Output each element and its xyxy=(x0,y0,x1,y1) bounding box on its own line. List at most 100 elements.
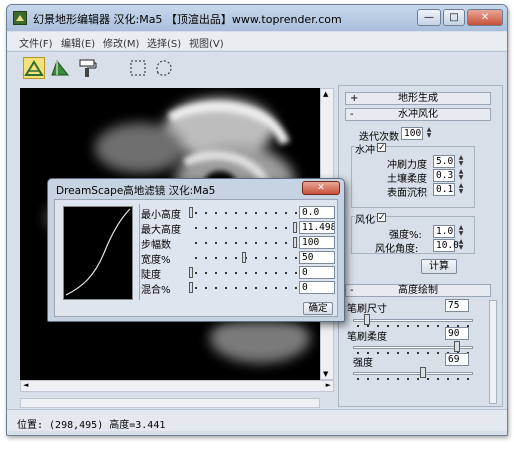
panel-scrollbar[interactable] xyxy=(489,300,497,404)
filter-row-slider[interactable] xyxy=(189,237,301,248)
spinner-icon[interactable]: ▲ ▼ xyxy=(457,183,465,196)
title-bar[interactable]: 幻景地形编辑器 汉化:Ma5 【顶渲出品】www.toprender.com —… xyxy=(7,5,507,31)
spinner-icon[interactable]: ▲ ▼ xyxy=(457,169,465,182)
curve-preview xyxy=(63,206,133,300)
spinner-icon[interactable]: ▲ ▼ xyxy=(457,155,465,168)
slider-tick xyxy=(205,257,207,259)
slider-tick xyxy=(407,325,409,327)
slider-tick xyxy=(215,212,217,214)
menu-view[interactable]: 视图(V) xyxy=(189,35,224,50)
slider-tick xyxy=(245,212,247,214)
menu-bar: 文件(F) 编辑(E) 修改(M) 选择(S) 视图(V) xyxy=(7,32,507,50)
rollout-terrain[interactable]: + 地形生成 xyxy=(345,92,491,105)
slider-tick xyxy=(275,272,277,274)
filter-row-slider[interactable] xyxy=(189,267,301,278)
water-checkbox[interactable]: ✓ xyxy=(377,143,386,153)
slider-tick xyxy=(437,325,439,327)
menu-modify[interactable]: 修改(M) xyxy=(103,35,139,50)
select-rect-icon[interactable] xyxy=(127,57,149,79)
divider xyxy=(139,204,140,300)
scroll-up-icon[interactable]: ▲ xyxy=(323,90,328,98)
spinner-icon[interactable]: ▲ ▼ xyxy=(457,239,465,252)
ok-button[interactable]: 确定 xyxy=(303,302,333,315)
brush-size-slider[interactable] xyxy=(353,314,473,327)
iterations-spinner-icon[interactable]: ▲ ▼ xyxy=(425,127,433,140)
surface-deposit-input[interactable]: 0.1 xyxy=(433,183,455,196)
filter-row-value[interactable]: 11.498 xyxy=(299,221,335,234)
slider-tick xyxy=(295,257,297,259)
slider-tick xyxy=(285,287,287,289)
height-curve xyxy=(65,208,131,296)
slider-tick xyxy=(275,287,277,289)
filter-row-slider[interactable] xyxy=(189,207,301,218)
slider-tick xyxy=(275,257,277,259)
rollout-height-paint[interactable]: - 高度绘制 xyxy=(345,284,491,297)
filter-row-value[interactable]: 100 xyxy=(299,236,335,249)
slider-tick xyxy=(457,378,459,380)
scour-strength-input[interactable]: 5.0 xyxy=(433,155,455,168)
slider-tick xyxy=(215,257,217,259)
terrain-mountain-icon[interactable] xyxy=(23,57,45,79)
brush-softness-input[interactable]: 90 xyxy=(445,327,469,340)
slider-tick xyxy=(215,242,217,244)
filter-row-slider[interactable] xyxy=(189,222,301,233)
paint-roller-icon[interactable] xyxy=(77,57,99,79)
field-label: 冲刷力度 xyxy=(387,160,427,171)
filter-row-value[interactable]: 0 xyxy=(299,281,335,294)
slider-thumb[interactable] xyxy=(293,222,297,233)
status-text: 位置: (298,495) 高度=3.441 xyxy=(17,420,166,431)
slider-thumb[interactable] xyxy=(293,237,297,248)
slider-tick xyxy=(377,378,379,380)
slider-tick xyxy=(447,378,449,380)
dialog-close-button[interactable]: ✕ xyxy=(302,181,340,195)
slider-thumb[interactable] xyxy=(420,367,426,378)
filter-row-value[interactable]: 0.0 xyxy=(299,206,335,219)
rollout-title: 高度绘制 xyxy=(398,285,438,296)
slider-tick xyxy=(285,242,287,244)
select-lasso-icon[interactable] xyxy=(153,57,175,79)
filter-row-slider[interactable] xyxy=(189,252,301,263)
brush-strength-input[interactable]: 69 xyxy=(445,353,469,366)
brush-size-input[interactable]: 75 xyxy=(445,299,469,312)
terrain-slope-icon[interactable] xyxy=(49,57,71,79)
horizontal-scrollbar[interactable]: ◄ ► xyxy=(20,380,334,392)
menu-edit[interactable]: 编辑(E) xyxy=(61,35,95,50)
slider-tick xyxy=(285,257,287,259)
compute-button[interactable]: 计算 xyxy=(421,259,457,274)
filter-row-value[interactable]: 50 xyxy=(299,251,335,264)
slider-thumb[interactable] xyxy=(189,267,193,278)
wind-strength-input[interactable]: 1.0 xyxy=(433,225,455,238)
wind-title: 风化 xyxy=(355,211,375,226)
slider-thumb[interactable] xyxy=(454,341,460,352)
slider-thumb[interactable] xyxy=(189,282,193,293)
menu-file[interactable]: 文件(F) xyxy=(19,35,53,50)
rollout-title: 地形生成 xyxy=(398,93,438,104)
iterations-input[interactable]: 100 xyxy=(401,127,423,140)
filter-row-value[interactable]: 0 xyxy=(299,266,335,279)
menu-select[interactable]: 选择(S) xyxy=(147,35,181,50)
scroll-down-icon[interactable]: ▼ xyxy=(323,370,328,378)
slider-thumb[interactable] xyxy=(364,314,370,325)
brush-softness-slider[interactable] xyxy=(353,341,473,354)
slider-thumb[interactable] xyxy=(242,252,246,263)
slider-tick xyxy=(205,212,207,214)
slider-tick xyxy=(215,272,217,274)
scroll-left-icon[interactable]: ◄ xyxy=(23,381,28,389)
minimize-button[interactable]: — xyxy=(417,9,441,26)
scroll-right-icon[interactable]: ► xyxy=(326,381,331,389)
close-button[interactable]: ✕ xyxy=(467,9,503,26)
slider-thumb[interactable] xyxy=(189,207,193,218)
brush-strength-slider[interactable] xyxy=(353,367,473,380)
brush-strength-label: 强度 xyxy=(353,358,373,369)
filter-row-slider[interactable] xyxy=(189,282,301,293)
command-panel: + 地形生成 - 水冲风化 迭代次数 100 ▲ ▼ 水冲 ✓ 冲刷力度 5.0 … xyxy=(338,85,503,407)
wind-checkbox[interactable]: ✓ xyxy=(377,213,386,223)
slider-tick xyxy=(235,212,237,214)
slider-tick xyxy=(285,272,287,274)
maximize-button[interactable]: □ xyxy=(443,9,465,26)
slider-tick xyxy=(225,257,227,259)
spinner-icon[interactable]: ▲ ▼ xyxy=(457,225,465,238)
rollout-erosion[interactable]: - 水冲风化 xyxy=(345,108,491,121)
wind-angle-input[interactable]: 10.0 xyxy=(433,239,459,252)
soil-softness-input[interactable]: 0.3 xyxy=(433,169,455,182)
